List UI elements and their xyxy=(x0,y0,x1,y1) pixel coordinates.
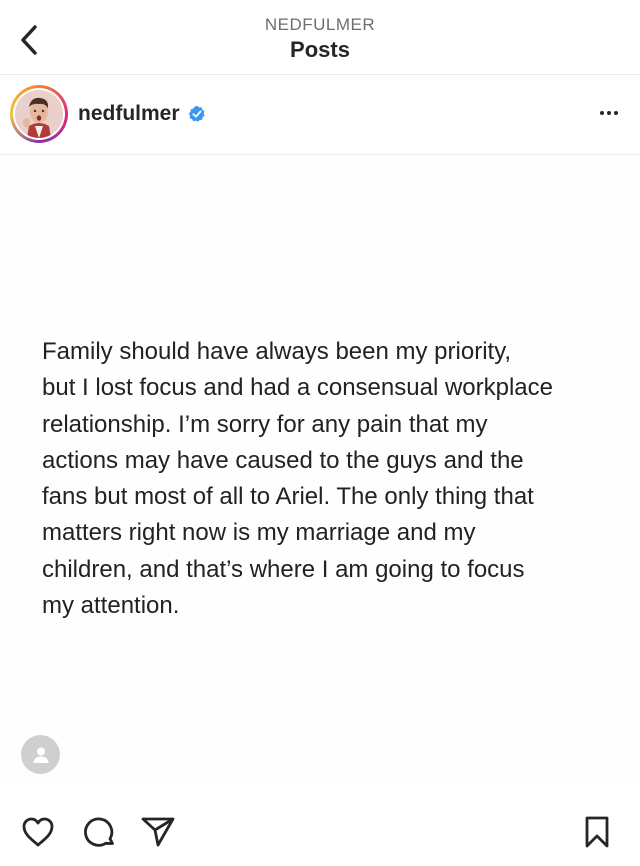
paper-plane-icon xyxy=(141,817,175,847)
tagged-people-button[interactable] xyxy=(21,735,60,774)
person-icon xyxy=(33,747,48,763)
verified-badge-icon xyxy=(188,105,205,122)
header-titles: NEDFULMER Posts xyxy=(0,14,640,64)
share-button[interactable] xyxy=(139,813,177,851)
post-actions-bar xyxy=(0,805,640,855)
top-bar: NEDFULMER Posts xyxy=(0,0,640,75)
more-options-button[interactable] xyxy=(596,103,622,123)
heart-icon xyxy=(22,817,54,847)
bookmark-icon xyxy=(585,816,609,848)
page-title: Posts xyxy=(290,37,350,62)
avatar-photo xyxy=(15,90,63,138)
avatar-border xyxy=(13,88,65,140)
avatar-illustration xyxy=(15,90,63,138)
post-text-statement: Family should have always been my priori… xyxy=(42,338,553,620)
more-dots-icon xyxy=(600,111,604,115)
comment-button[interactable] xyxy=(80,813,118,851)
post-image[interactable]: Family should have always been my priori… xyxy=(0,155,640,785)
save-button[interactable] xyxy=(578,813,616,851)
username-link[interactable]: nedfulmer xyxy=(78,102,180,126)
avatar[interactable] xyxy=(10,85,68,143)
post-header: nedfulmer xyxy=(0,75,640,155)
like-button[interactable] xyxy=(19,813,57,851)
comment-bubble-icon xyxy=(84,817,114,847)
account-name-label: NEDFULMER xyxy=(264,15,376,34)
